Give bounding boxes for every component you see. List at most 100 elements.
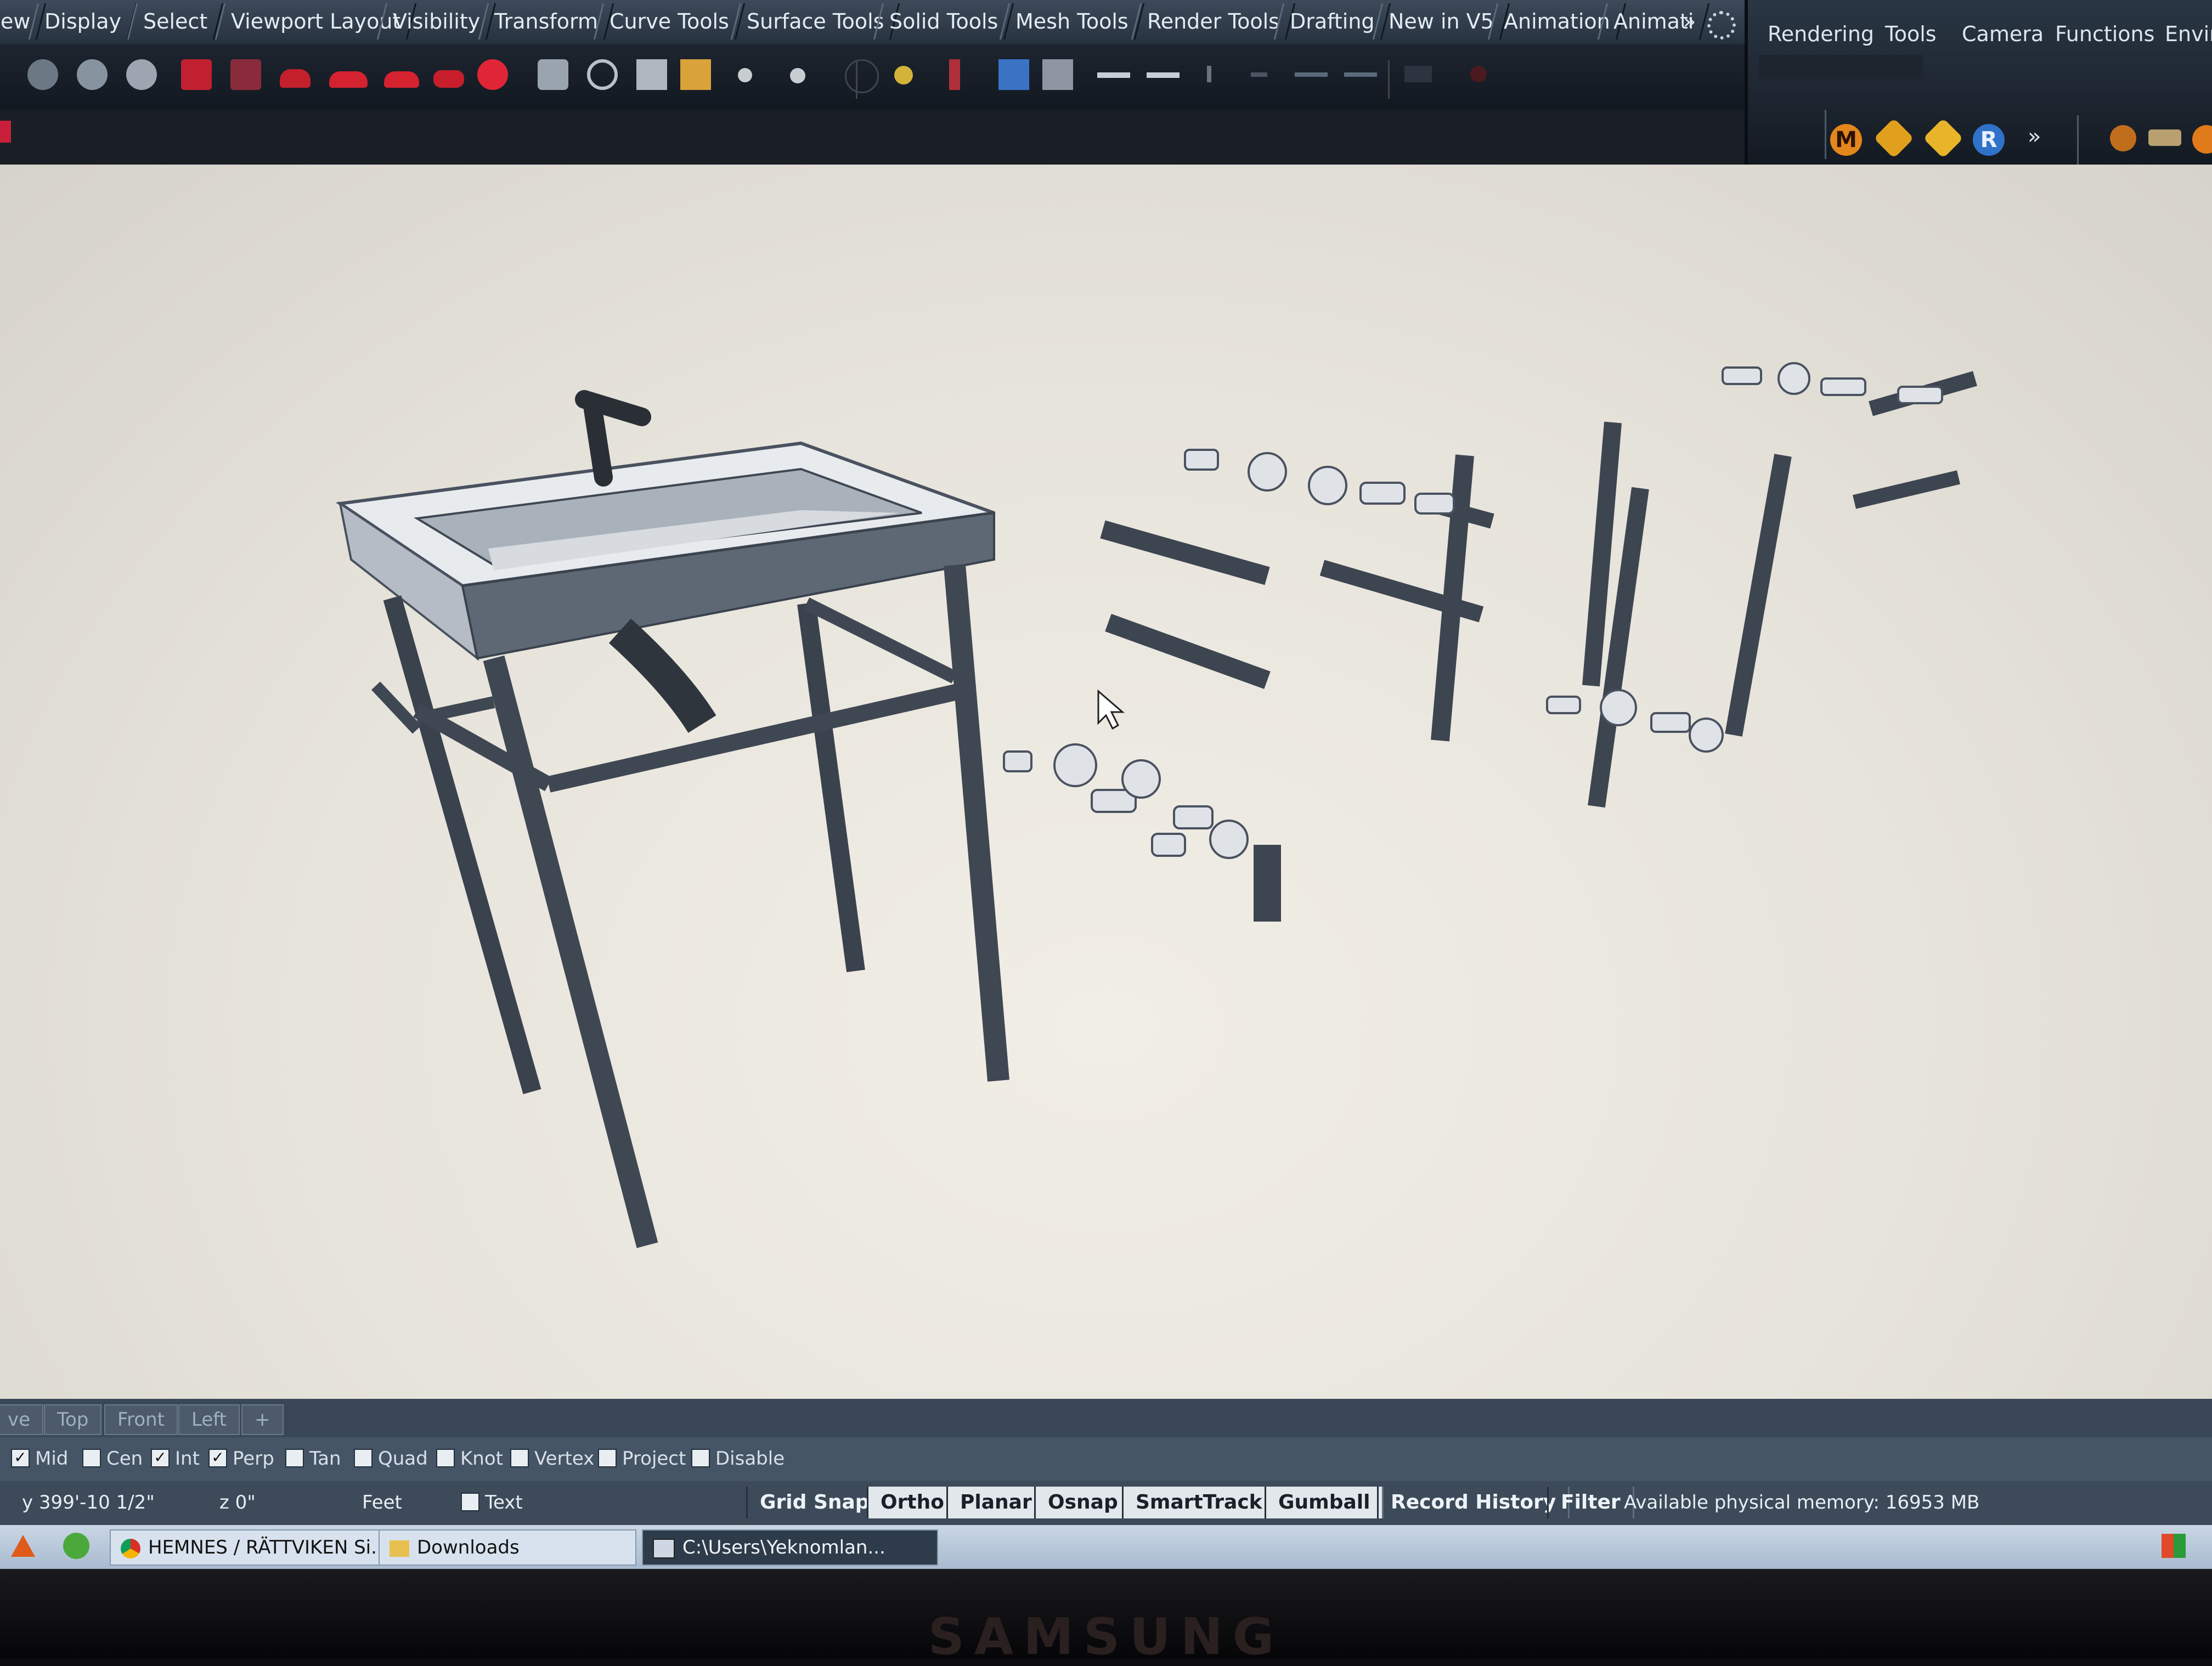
red-car-icon[interactable] [280, 69, 311, 88]
osnap-cen[interactable]: Cen [82, 1445, 143, 1472]
gear-icon[interactable] [1707, 11, 1736, 39]
red-car-icon-3[interactable] [384, 71, 419, 88]
tab-visibility[interactable]: Visibility [376, 3, 496, 39]
tab-front[interactable]: Front [104, 1404, 178, 1435]
hardware-cluster-1 [1184, 449, 1455, 515]
rail-front [546, 683, 962, 793]
split-tool-icon[interactable] [1207, 66, 1211, 82]
units-display[interactable]: Feet [362, 1487, 402, 1518]
tray-icon[interactable] [2162, 1534, 2186, 1558]
checkbox-icon: ✓ [151, 1448, 170, 1467]
layer-display[interactable]: Text [461, 1487, 523, 1518]
more-icons-button[interactable]: » [2028, 124, 2041, 149]
globe-tool-icon[interactable] [126, 59, 157, 90]
material-icon[interactable]: M [1830, 124, 1862, 156]
light-tool-icon[interactable] [894, 66, 913, 84]
point-tool-icon-2[interactable] [790, 68, 805, 83]
osnap-knot[interactable]: Knot [436, 1445, 503, 1472]
lamp-icon[interactable] [2148, 129, 2181, 146]
osnap-button[interactable]: Osnap [1034, 1487, 1132, 1518]
rail-back [803, 597, 958, 684]
circle-tool-icon[interactable] [845, 59, 879, 93]
osnap-perp[interactable]: ✓ Perp [208, 1445, 274, 1472]
tab-drafting[interactable]: Drafting [1273, 3, 1391, 39]
red-block-icon[interactable] [181, 59, 212, 90]
tag-icon[interactable] [1874, 118, 1914, 159]
sun-icon[interactable] [2192, 125, 2212, 154]
tab-top[interactable]: Top [44, 1404, 102, 1435]
tab-camera[interactable]: Camera [1962, 22, 2044, 46]
osnap-mid[interactable]: ✓ Mid [11, 1445, 68, 1472]
light-bulb-icon[interactable] [2110, 125, 2136, 151]
taskbar-chrome-window[interactable]: HEMNES / RÄTTVIKEN Si... [110, 1529, 400, 1566]
tab-tools[interactable]: Tools [1885, 22, 1937, 46]
align-tool-icon[interactable] [1097, 72, 1130, 78]
render-settings-field[interactable] [1759, 55, 1923, 79]
tab-transform[interactable]: Transform [478, 3, 614, 39]
part-post-2 [1582, 421, 1622, 687]
red-blob-icon[interactable] [477, 59, 508, 90]
record-tool-icon[interactable] [1470, 66, 1487, 82]
checkbox-icon: ✓ [208, 1448, 227, 1467]
windows-taskbar: HEMNES / RÄTTVIKEN Si... Downloads C:\Us… [0, 1525, 2212, 1569]
red-stack-icon[interactable] [230, 59, 261, 90]
trim-tool-icon[interactable] [1251, 72, 1267, 77]
command-line[interactable] [0, 110, 1745, 165]
hardware-cluster-2 [1722, 362, 1943, 404]
gumball-button[interactable]: Gumball [1265, 1487, 1384, 1518]
spotify-icon[interactable] [63, 1533, 89, 1559]
point-tool-icon[interactable] [738, 68, 752, 82]
tab-mesh-tools[interactable]: Mesh Tools [999, 3, 1144, 39]
tab-select[interactable]: Select [127, 3, 224, 39]
panel-tool-icon[interactable] [1404, 66, 1432, 82]
tab-rendering[interactable]: Rendering [1768, 22, 1874, 46]
camera-tool-icon[interactable] [587, 59, 618, 90]
tab-environment[interactable]: Envir [2165, 22, 2212, 46]
folder-tool-icon[interactable] [680, 59, 711, 90]
tab-curve-tools[interactable]: Curve Tools [593, 3, 746, 39]
line-tool-icon[interactable] [1295, 72, 1328, 77]
tab-solid-tools[interactable]: Solid Tools [873, 3, 1014, 39]
record-history-button[interactable]: Record History [1377, 1487, 1570, 1518]
planar-button[interactable]: Planar [946, 1487, 1046, 1518]
osnap-quad[interactable]: Quad [354, 1445, 428, 1472]
render-icon[interactable]: R [1973, 124, 2005, 156]
perspective-viewport[interactable] [0, 165, 2212, 1399]
sweep-tool-icon[interactable] [538, 59, 568, 90]
line-tool-icon-2[interactable] [1344, 72, 1377, 77]
y-coordinate: y 399'-10 1/2" [22, 1492, 155, 1513]
red-shape-icon[interactable] [433, 70, 464, 88]
distribute-tool-icon[interactable] [1147, 72, 1180, 78]
dimension-tool-icon[interactable] [1042, 59, 1073, 90]
part-post-4 [1725, 454, 1792, 737]
tag-icon-2[interactable] [1923, 118, 1963, 159]
sphere-tool-icon[interactable] [27, 59, 58, 90]
tab-render-tools[interactable]: Render Tools [1131, 3, 1296, 39]
mouse-cursor-icon [1097, 689, 1125, 730]
add-viewport-button[interactable]: + [241, 1404, 284, 1435]
osnap-int[interactable]: ✓ Int [151, 1445, 200, 1472]
vlc-icon[interactable] [11, 1535, 35, 1557]
osnap-vertex[interactable]: Vertex [510, 1445, 594, 1472]
smarttrack-button[interactable]: SmartTrack [1122, 1487, 1276, 1518]
filter-button[interactable]: Filter [1547, 1487, 1634, 1518]
tab-left[interactable]: Left [178, 1404, 240, 1435]
folder-icon [390, 1540, 409, 1557]
osnap-project[interactable]: Project [598, 1445, 686, 1472]
tab-display[interactable]: Display [28, 3, 138, 39]
ellipsoid-tool-icon[interactable] [77, 59, 108, 90]
tab-functions[interactable]: Functions [2055, 22, 2154, 46]
checkbox-icon [691, 1448, 710, 1467]
hardware-cluster-4 [1546, 689, 1724, 753]
grid-snap-button[interactable]: Grid Snap [746, 1487, 883, 1518]
red-car-icon-2[interactable] [329, 71, 368, 88]
osnap-disable[interactable]: Disable [691, 1445, 785, 1472]
blue-box-icon[interactable] [998, 59, 1029, 90]
tab-perspective[interactable]: ve [0, 1404, 44, 1435]
boolean-tool-icon[interactable] [636, 59, 667, 90]
ortho-button[interactable]: Ortho [867, 1487, 958, 1518]
taskbar-downloads-window[interactable]: Downloads [379, 1529, 636, 1566]
taskbar-cmd-window[interactable]: C:\Users\Yeknomlan... [642, 1529, 938, 1566]
osnap-tan[interactable]: Tan [285, 1445, 341, 1472]
marker-tool-icon[interactable] [949, 59, 960, 90]
